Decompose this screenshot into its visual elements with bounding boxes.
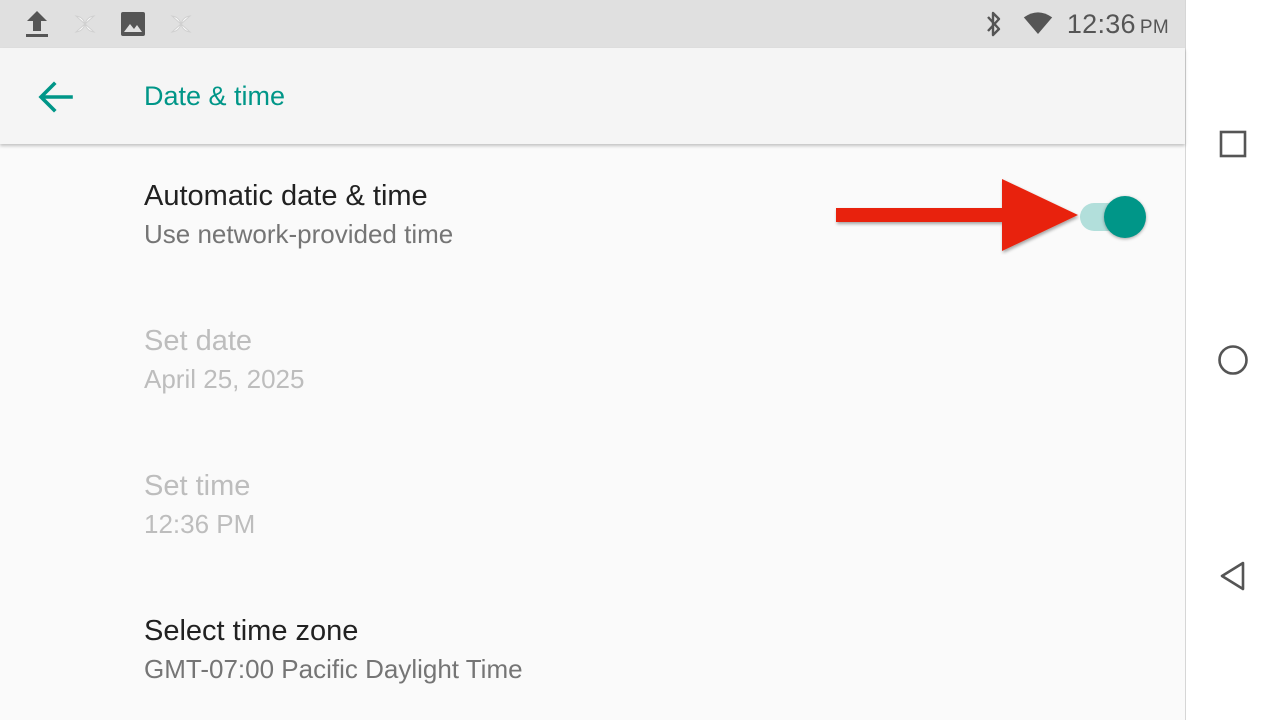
automatic-time-switch[interactable] (1078, 196, 1148, 238)
navigation-bar (1185, 0, 1280, 720)
upload-icon (22, 9, 52, 39)
wifi-icon (1023, 9, 1053, 39)
notification-icons (0, 9, 214, 39)
pref-set-date[interactable]: Set date April 25, 2025 (144, 325, 1144, 395)
home-icon (1218, 345, 1248, 375)
annotation-arrow-icon (836, 179, 1078, 251)
status-bar: 12:36 PM (0, 0, 1185, 48)
navigate-up-button[interactable] (30, 72, 80, 122)
switch-thumb (1104, 196, 1146, 238)
pinwheel-icon (166, 9, 196, 39)
pref-title: Set time (144, 470, 251, 502)
pref-subtitle: April 25, 2025 (144, 364, 305, 394)
back-icon (1220, 561, 1245, 591)
home-button[interactable] (1203, 330, 1263, 390)
back-button[interactable] (1203, 546, 1263, 606)
pref-subtitle: 12:36 PM (144, 509, 256, 539)
app-bar: Date & time (0, 48, 1185, 144)
pref-set-time[interactable]: Set time 12:36 PM (144, 470, 1144, 540)
clock-time: 12:36 (1066, 8, 1136, 39)
page-title: Date & time (144, 81, 286, 111)
arrow-left-icon (38, 81, 73, 113)
pinwheel-icon (70, 9, 100, 39)
pref-title: Set date (144, 325, 253, 357)
bluetooth-icon (979, 9, 1009, 39)
system-indicators: 12:36 PM (979, 9, 1185, 40)
image-icon (118, 9, 148, 39)
recents-button[interactable] (1203, 114, 1263, 174)
status-clock: 12:36 PM (1067, 9, 1169, 40)
pref-title: Select time zone (144, 615, 359, 647)
clock-ampm: PM (1139, 16, 1169, 38)
pref-subtitle: GMT-07:00 Pacific Daylight Time (144, 654, 523, 684)
recents-icon (1219, 130, 1247, 158)
pref-select-time-zone[interactable]: Select time zone GMT-07:00 Pacific Dayli… (144, 615, 1144, 685)
